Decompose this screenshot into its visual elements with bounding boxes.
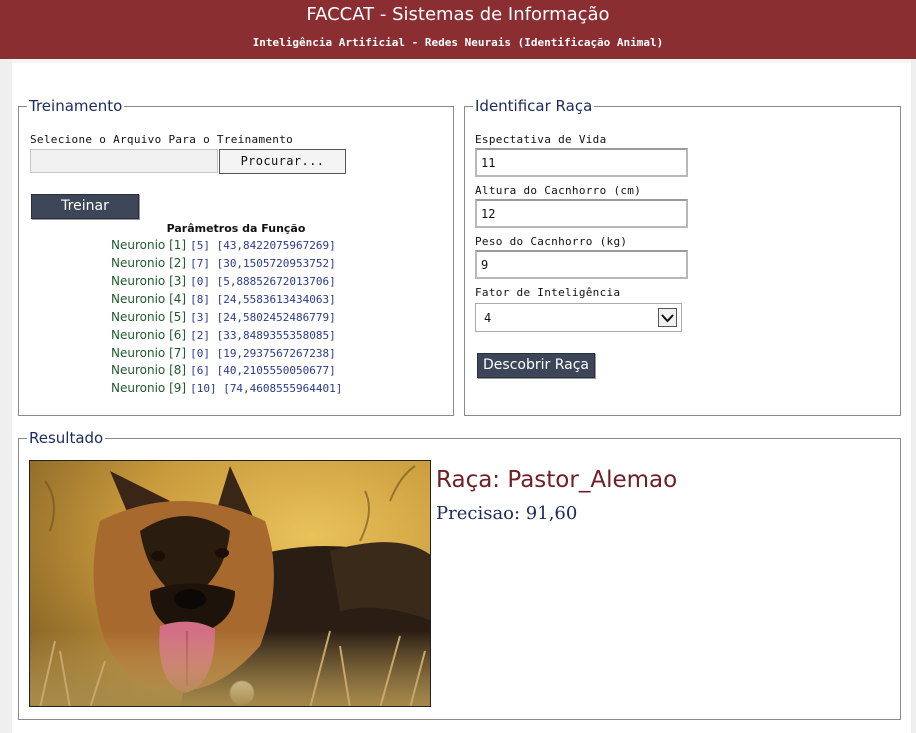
intel-label: Fator de Inteligência <box>475 286 621 299</box>
app-header: FACCAT - Sistemas de Informação Inteligê… <box>0 0 916 59</box>
treinamento-panel: Treinamento Selecione o Arquivo Para o T… <box>18 96 454 416</box>
weight-label: Peso do Cacnhorro (kg) <box>475 235 628 248</box>
intel-select-value: 4 <box>484 311 492 325</box>
neuron-row: Neuronio [3] [0] [5,88852672013706] <box>111 274 336 288</box>
file-label: Selecione o Arquivo Para o Treinamento <box>30 133 294 146</box>
neuron-row: Neuronio [8] [6] [40,2105550050677] <box>111 363 336 377</box>
train-button[interactable]: Treinar <box>31 194 139 219</box>
neuron-row: Neuronio [1] [5] [43,8422075967269] <box>111 238 336 252</box>
life-input[interactable]: 11 <box>475 148 688 177</box>
neuron-row: Neuronio [4] [8] [24,5583613434063] <box>111 292 336 306</box>
treinamento-legend: Treinamento <box>27 96 125 116</box>
resultado-panel: Resultado Raça: Pastor_Alemao Precisao: … <box>18 428 901 720</box>
neuron-row: Neuronio [5] [3] [24,5802452486779] <box>111 310 336 324</box>
params-title: Parâmetros da Função <box>166 222 306 235</box>
height-label: Altura do Cacnhorro (cm) <box>475 184 642 197</box>
weight-input[interactable]: 9 <box>475 250 688 279</box>
resultado-legend: Resultado <box>27 428 106 448</box>
page-top-strip <box>12 59 911 63</box>
discover-button[interactable]: Descobrir Raça <box>477 353 595 378</box>
life-label: Espectativa de Vida <box>475 133 607 146</box>
file-path-input[interactable] <box>30 149 218 173</box>
identificar-panel: Identificar Raça Espectativa de Vida 11 … <box>464 96 901 416</box>
neuron-row: Neuronio [9] [10] [74,4608555964401] <box>111 381 343 395</box>
german-shepherd-photo-icon <box>30 461 430 706</box>
intel-select[interactable]: 4 <box>475 303 682 332</box>
neuron-row: Neuronio [2] [7] [30,1505720953752] <box>111 256 336 270</box>
dog-photo <box>29 460 431 707</box>
neuron-row: Neuronio [7] [0] [19,2937567267238] <box>111 346 336 360</box>
browse-button[interactable]: Procurar... <box>219 149 346 174</box>
identificar-legend: Identificar Raça <box>473 96 595 116</box>
result-breed: Raça: Pastor_Alemao <box>436 467 678 493</box>
app-subtitle: Inteligência Artificial - Redes Neurais … <box>252 36 664 49</box>
result-precision: Precisao: 91,60 <box>436 503 578 524</box>
height-input[interactable]: 12 <box>475 199 688 228</box>
app-title: FACCAT - Sistemas de Informação <box>306 4 610 25</box>
neuron-row: Neuronio [6] [2] [33,8489355358085] <box>111 328 336 342</box>
chevron-down-icon[interactable] <box>658 308 677 327</box>
